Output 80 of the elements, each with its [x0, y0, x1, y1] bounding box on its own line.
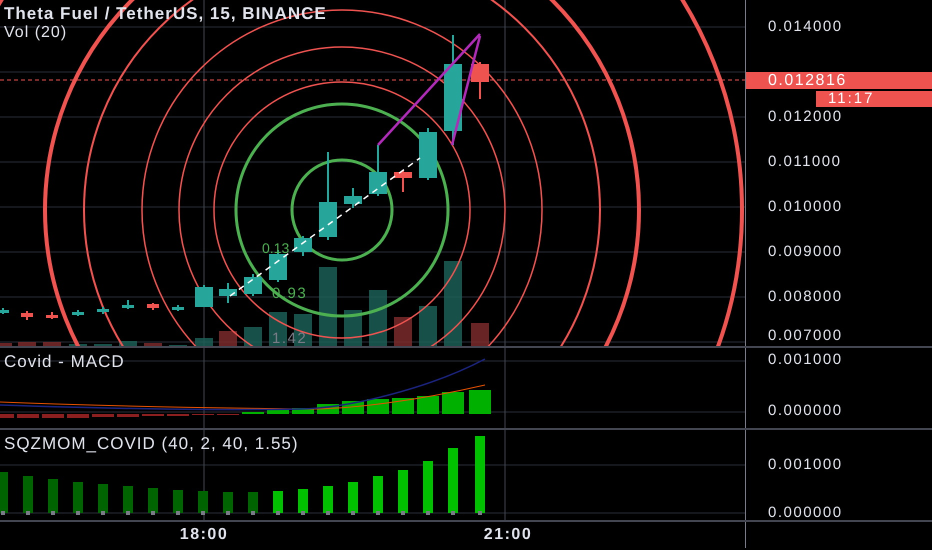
volume-bar — [369, 290, 387, 346]
time-axis-label: 18:00 — [180, 526, 228, 544]
histogram-bar — [117, 414, 139, 417]
momentum-bar — [98, 484, 108, 513]
candlestick — [0, 308, 9, 314]
candlestick — [46, 312, 58, 319]
histogram-bar — [442, 392, 464, 414]
momentum-bar — [0, 472, 8, 513]
volume-bar — [195, 338, 213, 346]
candlestick — [21, 311, 33, 320]
fib-level-label: 1.42 — [272, 330, 308, 346]
countdown-label: 11:17 — [816, 91, 932, 107]
price-axis-label: 0.008000 — [768, 288, 843, 306]
candlestick — [122, 300, 134, 309]
candlestick — [72, 310, 84, 316]
momentum-bar — [173, 490, 183, 513]
candlestick — [219, 283, 237, 303]
histogram-bar — [469, 390, 491, 414]
volume-bar — [419, 306, 437, 346]
momentum-bar — [298, 489, 308, 513]
momentum-bar — [273, 491, 283, 513]
last-price-label: 0.012816 — [746, 72, 932, 89]
candlestick — [394, 170, 412, 192]
candlestick — [369, 145, 387, 196]
candlestick — [172, 305, 184, 311]
histogram-bar — [367, 399, 389, 414]
candlestick — [195, 285, 213, 307]
price-axis-label: 0.010000 — [768, 198, 843, 216]
volume-bar — [471, 323, 489, 346]
momentum-bar — [223, 492, 233, 513]
volume-bar — [0, 343, 12, 346]
histogram-bar — [417, 396, 439, 414]
volume-bar — [394, 317, 412, 346]
candlestick — [97, 307, 109, 314]
price-axis-label: 0.007000 — [768, 327, 843, 345]
volume-bar — [219, 331, 237, 346]
histogram-bar — [267, 410, 289, 414]
macd-axis-label: 0.001000 — [768, 351, 843, 369]
price-axis-label: 0.009000 — [768, 243, 843, 261]
volume-bar — [18, 342, 36, 346]
histogram-bar — [0, 414, 14, 418]
candlestick — [471, 62, 489, 99]
price-axis-label: 0.011000 — [768, 153, 842, 171]
volume-bar — [43, 342, 61, 346]
histogram-bar — [92, 414, 114, 417]
momentum-bar — [423, 461, 433, 513]
momentum-axis-label: 0.001000 — [768, 456, 843, 474]
volume-bar — [144, 343, 162, 346]
momentum-bar — [448, 448, 458, 513]
fib-level-label: 0.13 — [262, 240, 290, 256]
candlestick — [419, 128, 437, 180]
volume-bar — [244, 327, 262, 346]
volume-bar — [119, 341, 137, 346]
momentum-bar — [348, 482, 358, 513]
momentum-bar — [148, 488, 158, 513]
volume-label: Vol (20) — [4, 24, 68, 42]
histogram-bar — [67, 414, 89, 418]
histogram-bar — [17, 414, 39, 418]
momentum-bar — [73, 482, 83, 513]
momentum-bar — [123, 486, 133, 513]
momentum-bar — [48, 479, 58, 513]
momentum-bar — [198, 491, 208, 513]
indicator-title: Covid - MACD — [4, 352, 125, 372]
histogram-bar — [392, 398, 414, 414]
indicator-title: SQZMOM_COVID (40, 2, 40, 1.55) — [4, 434, 299, 454]
candlestick — [147, 303, 159, 310]
price-axis-label: 0.012000 — [768, 108, 843, 126]
candlestick — [344, 188, 362, 208]
time-axis-label: 21:00 — [484, 526, 532, 544]
histogram-bar — [42, 414, 64, 418]
momentum-bar — [23, 476, 33, 513]
momentum-axis-label: 0.000000 — [768, 504, 843, 522]
momentum-bar — [323, 486, 333, 513]
candlestick — [244, 274, 262, 296]
price-axis-label: 0.014000 — [768, 18, 843, 36]
macd-axis-label: 0.000000 — [768, 402, 843, 420]
momentum-bar — [248, 492, 258, 513]
candlestick — [294, 236, 312, 256]
momentum-bar — [373, 476, 383, 513]
momentum-bar — [398, 470, 408, 513]
